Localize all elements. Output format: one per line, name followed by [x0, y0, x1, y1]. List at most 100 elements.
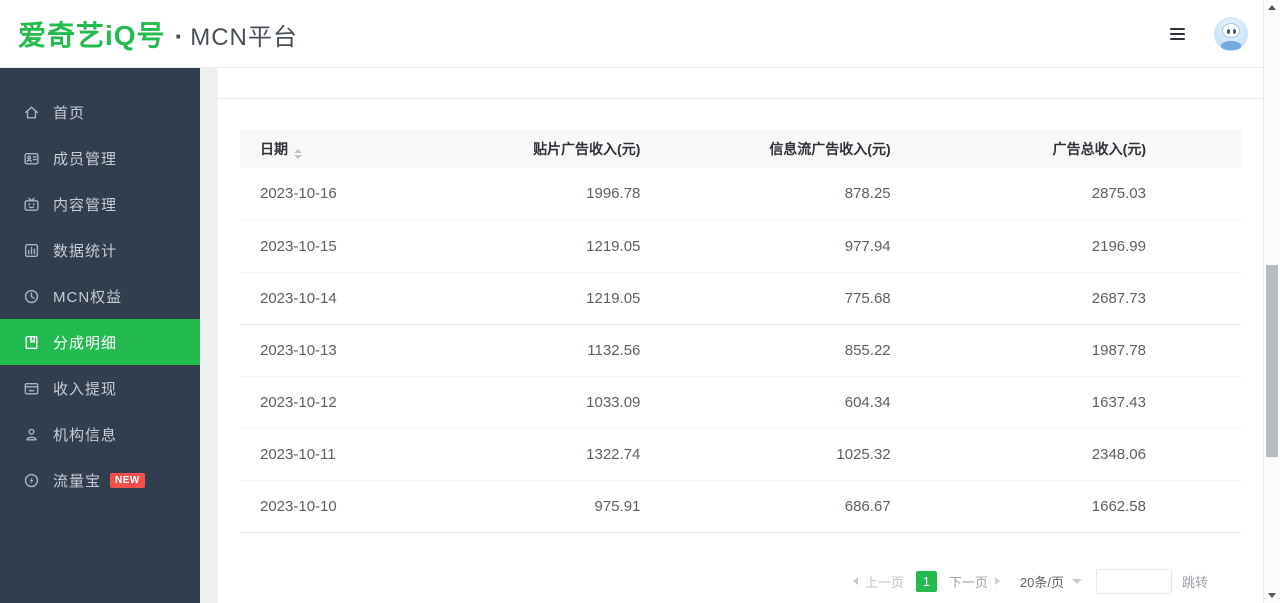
sidebar-item-traffic-bao[interactable]: 流量宝NEW: [0, 457, 200, 503]
sidebar-item-label: MCN权益: [53, 286, 122, 307]
sidebar-item-revenue-share[interactable]: 分成明细: [0, 319, 200, 365]
content-panel: 日期 贴片广告收入(元) 信息流广告收入(元) 广告总收入(元) 2023-10-16…: [218, 68, 1263, 603]
arrow-right-icon: [995, 577, 1000, 585]
table-row: 2023-10-151219.05977.942196.99: [240, 220, 1241, 272]
value-cell: 1219.05: [400, 272, 640, 324]
next-page-button[interactable]: 下一页: [949, 572, 1000, 591]
value-cell: 1322.74: [400, 428, 640, 480]
sidebar-item-label: 机构信息: [53, 424, 117, 445]
sort-icon[interactable]: [294, 149, 302, 159]
avatar-face: [1222, 23, 1240, 38]
column-header-label: 贴片广告收入(元): [533, 141, 640, 157]
stats-icon: [23, 242, 40, 259]
date-cell: 2023-10-14: [240, 272, 400, 324]
main-content: 日期 贴片广告收入(元) 信息流广告收入(元) 广告总收入(元) 2023-10-16…: [200, 68, 1263, 603]
hamburger-icon: [1170, 28, 1185, 40]
person-icon: [23, 426, 40, 443]
pagination: 上一页 1 下一页 20条/页 跳转: [853, 568, 1208, 594]
date-cell: 2023-10-10: [240, 480, 400, 532]
sidebar-item-org-info[interactable]: 机构信息: [0, 411, 200, 457]
sidebar-item-mcn-rights[interactable]: MCN权益: [0, 273, 200, 319]
column-header[interactable]: 日期: [240, 130, 400, 168]
date-cell: 2023-10-12: [240, 376, 400, 428]
jump-button[interactable]: 跳转: [1182, 572, 1208, 591]
sidebar-item-label: 数据统计: [53, 240, 117, 261]
avatar-body: [1221, 41, 1241, 50]
value-cell: 1219.05: [400, 220, 640, 272]
date-cell: 2023-10-11: [240, 428, 400, 480]
value-cell: 1662.58: [891, 480, 1241, 532]
value-cell: 686.67: [640, 480, 890, 532]
prev-page-label: 上一页: [865, 572, 904, 591]
column-header-label: 日期: [260, 141, 288, 157]
scroll-up-button[interactable]: [1264, 1, 1280, 15]
sidebar: 首页成员管理内容管理数据统计 MCN权益分成明细收入提现机构信息流量宝NEW: [0, 68, 200, 603]
ledger-icon: [23, 334, 40, 351]
sidebar-item-withdraw[interactable]: 收入提现: [0, 365, 200, 411]
value-cell: 2196.99: [891, 220, 1241, 272]
content-divider: [218, 98, 1263, 99]
value-cell: 855.22: [640, 324, 890, 376]
logo-brand-text: 爱奇艺iQ号: [18, 14, 166, 54]
column-header: 广告总收入(元): [891, 130, 1241, 168]
scrollbar[interactable]: [1263, 0, 1280, 603]
sidebar-item-stats[interactable]: 数据统计: [0, 227, 200, 273]
column-header: 贴片广告收入(元): [400, 130, 640, 168]
withdraw-icon: [23, 380, 40, 397]
content-icon: [23, 196, 40, 213]
value-cell: 975.91: [400, 480, 640, 532]
lightning-icon: [23, 472, 40, 489]
scroll-down-button[interactable]: [1264, 588, 1280, 602]
value-cell: 878.25: [640, 168, 890, 220]
table-row: 2023-10-111322.741025.322348.06: [240, 428, 1241, 480]
table-header-row: 日期 贴片广告收入(元) 信息流广告收入(元) 广告总收入(元): [240, 130, 1241, 168]
table-row: 2023-10-141219.05775.682687.73: [240, 272, 1241, 324]
value-cell: 2875.03: [891, 168, 1241, 220]
menu-button[interactable]: [1170, 26, 1188, 42]
jump-page-input[interactable]: [1096, 569, 1172, 594]
clock-icon: [23, 288, 40, 305]
column-header: 信息流广告收入(元): [640, 130, 890, 168]
column-header-label: 广告总收入(元): [1053, 141, 1146, 157]
date-cell: 2023-10-16: [240, 168, 400, 220]
value-cell: 1132.56: [400, 324, 640, 376]
sidebar-item-label: 成员管理: [53, 148, 117, 169]
sidebar-item-label: 首页: [53, 102, 85, 123]
table-row: 2023-10-10975.91686.671662.58: [240, 480, 1241, 532]
value-cell: 977.94: [640, 220, 890, 272]
sidebar-item-label: 分成明细: [53, 332, 117, 353]
top-navbar: 爱奇艺iQ号 · MCN平台: [0, 0, 1263, 68]
avatar-eye-left: [1227, 29, 1230, 34]
page-size-label: 20条/页: [1020, 572, 1064, 591]
value-cell: 1033.09: [400, 376, 640, 428]
prev-page-button[interactable]: 上一页: [853, 572, 904, 591]
date-cell: 2023-10-15: [240, 220, 400, 272]
column-header-label: 信息流广告收入(元): [769, 141, 890, 157]
user-avatar[interactable]: [1214, 17, 1248, 51]
page-number-button[interactable]: 1: [916, 571, 937, 592]
value-cell: 2687.73: [891, 272, 1241, 324]
value-cell: 1025.32: [640, 428, 890, 480]
sidebar-item-label: 内容管理: [53, 194, 117, 215]
avatar-eye-right: [1233, 29, 1236, 34]
app-logo: 爱奇艺iQ号 · MCN平台: [0, 14, 298, 54]
revenue-table: 日期 贴片广告收入(元) 信息流广告收入(元) 广告总收入(元) 2023-10-16…: [240, 130, 1241, 533]
sidebar-item-home[interactable]: 首页: [0, 89, 200, 135]
logo-separator: ·: [175, 21, 184, 52]
sidebar-item-content[interactable]: 内容管理: [0, 181, 200, 227]
table-row: 2023-10-161996.78878.252875.03: [240, 168, 1241, 220]
date-cell: 2023-10-13: [240, 324, 400, 376]
value-cell: 1996.78: [400, 168, 640, 220]
value-cell: 1987.78: [891, 324, 1241, 376]
members-icon: [23, 150, 40, 167]
value-cell: 1637.43: [891, 376, 1241, 428]
scrollbar-thumb[interactable]: [1266, 265, 1278, 457]
home-icon: [23, 104, 40, 121]
next-page-label: 下一页: [949, 572, 988, 591]
value-cell: 604.34: [640, 376, 890, 428]
arrow-left-icon: [853, 577, 858, 585]
value-cell: 775.68: [640, 272, 890, 324]
sidebar-item-label: 收入提现: [53, 378, 117, 399]
page-size-select[interactable]: 20条/页: [1020, 572, 1082, 591]
sidebar-item-members[interactable]: 成员管理: [0, 135, 200, 181]
